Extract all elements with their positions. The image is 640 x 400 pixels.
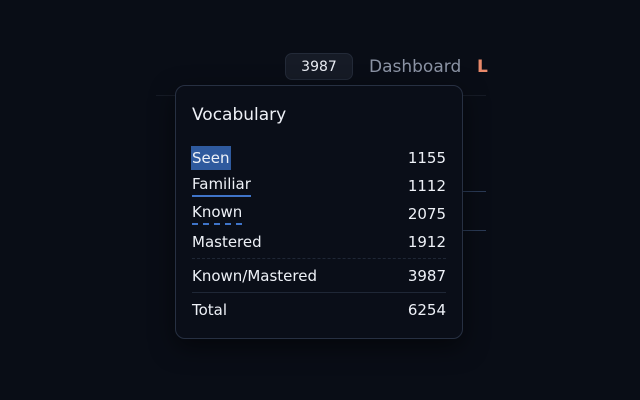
vocab-value-mastered: 1912 [407,233,446,251]
nav-dashboard-link[interactable]: Dashboard [369,55,461,79]
section-divider [192,258,446,259]
vocab-label-known: Known [192,202,243,225]
vocab-value-seen: 1155 [407,149,446,167]
background-underline [460,230,486,231]
vocab-label-mastered: Mastered [192,233,262,251]
vocab-row-seen: Seen 1155 [191,146,446,170]
vocab-row-mastered: Mastered 1912 [192,230,446,254]
vocab-value-known: 2075 [407,205,446,223]
vocab-row-familiar: Familiar 1112 [192,174,446,198]
app-canvas: 3987 Dashboard L Vocabulary Seen 1155 Fa… [0,0,640,400]
user-initial-avatar[interactable]: L [477,55,488,79]
vocab-value-familiar: 1112 [407,177,446,195]
vocab-row-known-mastered: Known/Mastered 3987 [192,264,446,288]
vocab-label-total: Total [192,301,228,319]
vocab-label-known-mastered: Known/Mastered [192,267,317,285]
vocabulary-popover: Vocabulary Seen 1155 Familiar 1112 Known… [175,85,463,339]
background-underline [460,191,486,192]
vocab-row-known: Known 2075 [192,202,446,226]
vocab-count-badge[interactable]: 3987 [285,53,353,80]
vocab-count-value: 3987 [301,58,337,75]
vocab-value-known-mastered: 3987 [407,267,446,285]
popover-title: Vocabulary [192,105,287,125]
total-divider [192,292,446,293]
vocab-row-total: Total 6254 [192,298,446,322]
vocab-label-seen: Seen [191,146,231,170]
vocab-label-familiar: Familiar [192,174,251,197]
vocab-value-total: 6254 [407,301,446,319]
